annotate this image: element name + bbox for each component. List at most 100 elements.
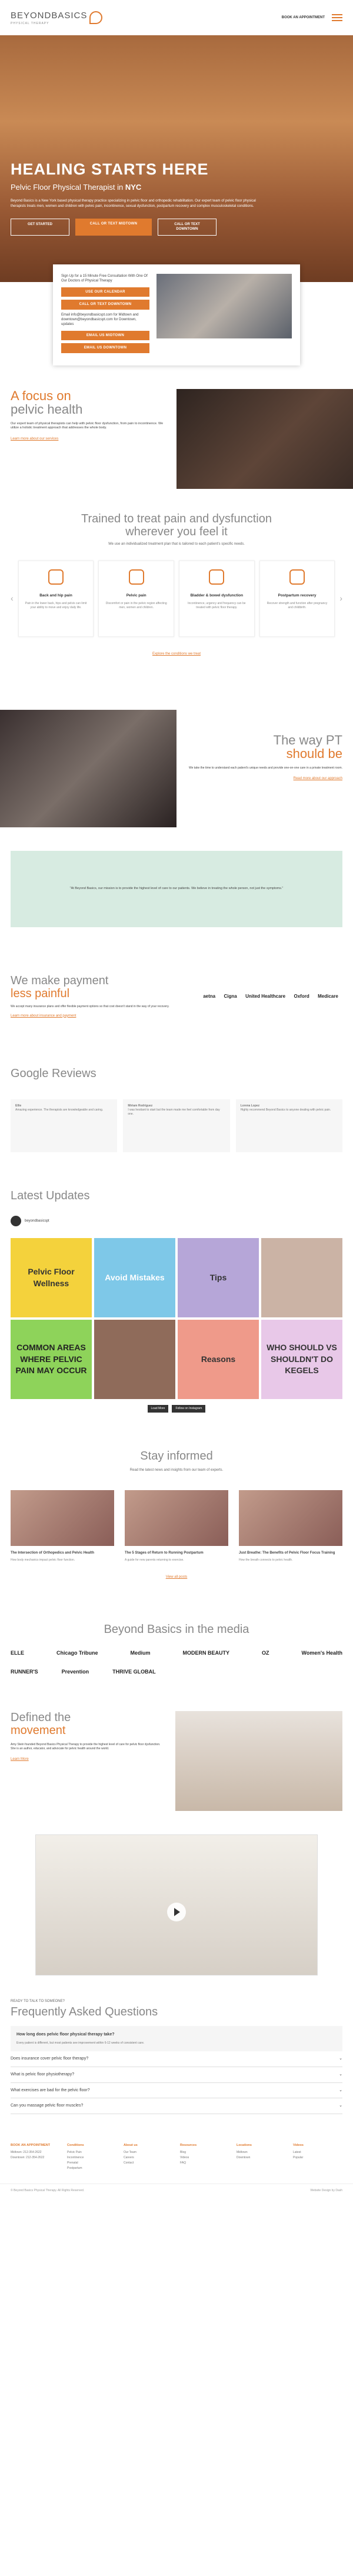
- approach-video[interactable]: [0, 709, 176, 827]
- calendar-button[interactable]: USE OUR CALENDAR: [61, 287, 149, 297]
- faq-item[interactable]: What is pelvic floor physiotherapy? ⌄: [11, 2067, 342, 2083]
- menu-icon[interactable]: [332, 12, 342, 23]
- footer-link[interactable]: Our Team: [124, 2151, 173, 2155]
- trained-title-line2: wherever you feel it: [125, 525, 228, 538]
- instagram-avatar: [11, 1216, 21, 1227]
- card-title: Postpartum recovery: [278, 593, 317, 598]
- call-downtown-button[interactable]: CALL OR TEXT DOWNTOWN: [158, 218, 217, 236]
- mission-quote: "At Beyond Basics, our mission is to pro…: [11, 850, 342, 927]
- view-all-posts-link[interactable]: View all posts: [166, 1575, 188, 1579]
- book-appointment-link[interactable]: BOOK AN APPOINTMENT: [282, 15, 325, 20]
- play-icon[interactable]: [167, 1902, 186, 1921]
- insurer-logo: Oxford: [294, 993, 309, 999]
- services-link[interactable]: Learn more about our services: [11, 437, 58, 441]
- faq-question: Can you massage pelvic floor muscles?: [11, 2104, 84, 2108]
- instagram-post[interactable]: Pelvic Floor Wellness: [11, 1238, 92, 1318]
- review-card[interactable]: Lorena Lopez Highly recommend Beyond Basi…: [235, 1099, 342, 1153]
- hero-subtitle-city: NYC: [125, 182, 142, 192]
- footer-link[interactable]: Contact: [124, 2161, 173, 2165]
- insurer-logos: aetna Cigna United Healthcare Oxford Med…: [199, 974, 342, 1018]
- footer-link[interactable]: Videos: [180, 2156, 229, 2160]
- payment-section: We make payment less painful We accept m…: [0, 951, 353, 1042]
- credit-text: Website Design by Dash: [310, 2188, 342, 2192]
- media-logo: Prevention: [61, 1669, 89, 1675]
- instagram-post[interactable]: Tips: [178, 1238, 259, 1318]
- instagram-post[interactable]: Reasons: [178, 1320, 259, 1400]
- founder-title-line2: movement: [11, 1723, 66, 1737]
- reviews-section: Google Reviews Ellie Amazing experience. …: [0, 1042, 353, 1176]
- footer-link[interactable]: Downtown: 212-354-2622: [11, 2156, 60, 2160]
- founder-title-line1: Defined the: [11, 1710, 71, 1724]
- instagram-post[interactable]: Avoid Mistakes: [94, 1238, 175, 1318]
- email-midtown-button[interactable]: EMAIL US MIDTOWN: [61, 330, 149, 341]
- instagram-post[interactable]: WHO SHOULD VS SHOULDN'T DO KEGELS: [261, 1320, 342, 1400]
- conditions-link[interactable]: Explore the conditions we treat: [152, 652, 201, 656]
- review-card[interactable]: Ellie Amazing experience. The therapists …: [11, 1099, 118, 1153]
- footer-link[interactable]: Incontinence: [67, 2156, 116, 2160]
- footer-link[interactable]: Popular: [293, 2156, 342, 2160]
- media-logo: THRIVE GLOBAL: [112, 1669, 156, 1675]
- payment-title-line2: less painful: [11, 987, 70, 1000]
- footer-link[interactable]: FAQ: [180, 2161, 229, 2165]
- condition-card[interactable]: Postpartum recovery Recover strength and …: [259, 560, 335, 637]
- post-image: [239, 1490, 342, 1547]
- call-downtown-promo-button[interactable]: CALL OR TEXT DOWNTOWN: [61, 300, 149, 310]
- founder-title: Defined the movement: [11, 1711, 164, 1737]
- get-started-button[interactable]: GET STARTED: [11, 218, 69, 236]
- footer-link[interactable]: Midtown: 212-354-2622: [11, 2151, 60, 2155]
- blog-sub: Read the latest news and insights from o…: [129, 1468, 224, 1473]
- hero-subtitle-text: Pelvic Floor Physical Therapist in: [11, 182, 124, 192]
- payment-link[interactable]: Learn more about insurance and payment: [11, 1014, 76, 1018]
- carousel-next-icon[interactable]: ›: [339, 593, 342, 605]
- pelvis-icon: [128, 569, 144, 585]
- logo-subtitle: PHYSICAL THERAPY: [11, 22, 49, 25]
- blog-post[interactable]: The 5 Stages of Return to Running Postpa…: [125, 1490, 228, 1562]
- call-midtown-button[interactable]: CALL OR TEXT MIDTOWN: [75, 218, 152, 236]
- footer-link[interactable]: Careers: [124, 2156, 173, 2160]
- consultation-card: Sign Up for a 15 Minute Free Consultatio…: [53, 264, 300, 365]
- instagram-handle[interactable]: beyondbasicspt: [25, 1219, 49, 1223]
- card-body: Discomfort or pain in the pelvic region …: [105, 602, 167, 609]
- blog-post[interactable]: The Intersection of Orthopedics and Pelv…: [11, 1490, 114, 1562]
- email-downtown-button[interactable]: EMAIL US DOWNTOWN: [61, 343, 149, 353]
- logo[interactable]: BEYONDBASICS PHYSICAL THERAPY: [11, 9, 103, 26]
- focus-section: A focus on pelvic health Our expert team…: [0, 388, 353, 489]
- founder-video[interactable]: [35, 1834, 318, 1975]
- faq-item[interactable]: Does insurance cover pelvic floor therap…: [11, 2051, 342, 2067]
- faq-question: What is pelvic floor physiotherapy?: [11, 2072, 75, 2077]
- post-image: [125, 1490, 228, 1547]
- footer-link[interactable]: Blog: [180, 2151, 229, 2155]
- promo-email-text: Email info@beyondbasicspt.com for Midtow…: [61, 313, 139, 327]
- review-text: Amazing experience. The therapists are k…: [15, 1108, 104, 1112]
- footer-heading: BOOK AN APPOINTMENT: [11, 2144, 51, 2148]
- instagram-post[interactable]: [261, 1238, 342, 1318]
- footer-link[interactable]: Downtown: [237, 2156, 286, 2160]
- faq-item[interactable]: Can you massage pelvic floor muscles? ⌄: [11, 2098, 342, 2115]
- approach-link[interactable]: Read more about our approach: [294, 777, 342, 780]
- condition-card[interactable]: Back and hip pain Pain in the lower back,…: [18, 560, 94, 637]
- footer-link[interactable]: Midtown: [237, 2151, 286, 2155]
- spine-icon: [48, 569, 64, 585]
- media-logo: Women's Health: [301, 1649, 342, 1656]
- condition-card[interactable]: Pelvic pain Discomfort or pain in the pel…: [98, 560, 175, 637]
- promo-heading: Sign Up for a 15 Minute Free Consultatio…: [61, 274, 148, 283]
- faq-item[interactable]: What exercises are bad for the pelvic fl…: [11, 2083, 342, 2099]
- focus-photo: [176, 388, 353, 489]
- footer-link[interactable]: Prenatal: [67, 2161, 116, 2165]
- footer-link[interactable]: Latest: [293, 2151, 342, 2155]
- instagram-post[interactable]: COMMON AREAS WHERE PELVIC PAIN MAY OCCUR: [11, 1320, 92, 1400]
- faq-title: Frequently Asked Questions: [11, 2005, 158, 2019]
- faq-item-open[interactable]: How long does pelvic floor physical ther…: [11, 2026, 342, 2052]
- post-image: [11, 1490, 114, 1547]
- instagram-post[interactable]: [94, 1320, 175, 1400]
- follow-instagram-button[interactable]: Follow on Instagram: [172, 1405, 206, 1413]
- carousel-prev-icon[interactable]: ‹: [11, 593, 14, 605]
- load-more-button[interactable]: Load More: [147, 1405, 169, 1413]
- footer-link[interactable]: Pelvic Pain: [67, 2151, 116, 2155]
- review-card[interactable]: Miriam Rodriguez I was hesitant to start …: [123, 1099, 230, 1153]
- footer-link[interactable]: Postpartum: [67, 2166, 116, 2171]
- reviews-title: Google Reviews: [11, 1067, 96, 1081]
- founder-link[interactable]: Learn More: [11, 1757, 29, 1761]
- blog-post[interactable]: Just Breathe: The Benefits of Pelvic Flo…: [239, 1490, 342, 1562]
- condition-card[interactable]: Bladder & bowel dysfunction Incontinence,…: [179, 560, 255, 637]
